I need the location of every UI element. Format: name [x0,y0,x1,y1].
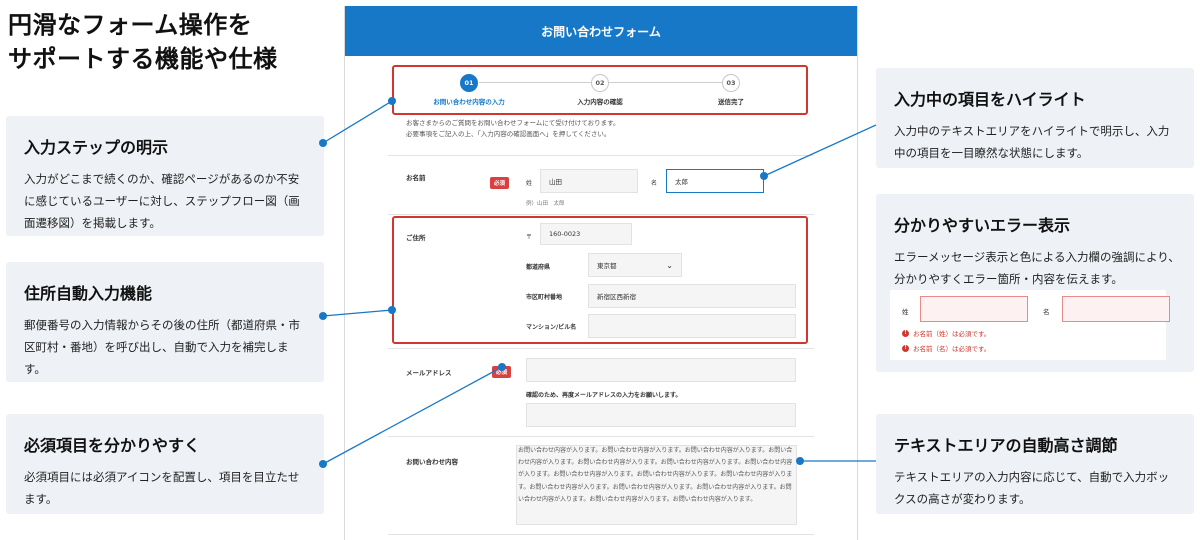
card-description: エラーメッセージ表示と色による入力欄の強調により、分かりやすくエラー箇所・内容を… [894,250,1180,286]
callout-dot [796,457,804,465]
intro-line: 必要事項をご記入の上、「入力内容の確認画面へ」を押してください。 [406,130,611,138]
intro-line: お客さまからのご質問をお問い合わせフォームにて受け付けております。 [406,119,620,127]
error-message-text: お名前（名）は必須です。 [913,345,991,353]
error-mei-label: 名 [1043,308,1050,316]
name-example: 例）山田 太郎 [526,201,565,207]
card-input-steps: 入力ステップの明示 入力がどこまで続くのか、確認ページがあるのか不安に感じている… [6,116,324,236]
steps-highlight-box [392,65,808,115]
callout-dot [760,172,768,180]
card-description: 必須項目には必須アイコンを配置し、項目を目立たせます。 [24,470,300,506]
card-title: 分かりやすいエラー表示 [894,216,1071,235]
error-sei-label: 姓 [902,308,909,316]
error-icon: ! [902,329,909,337]
inquiry-label: お問い合わせ内容 [406,458,458,466]
error-message-mei: ! お名前（名）は必須です。 [902,343,990,353]
address-highlight-box [392,216,808,344]
sei-label: 姓 [526,180,533,187]
card-description: テキストエリアの入力内容に応じて、自動で入力ボックスの高さが変わります。 [894,470,1170,506]
callout-dot [319,312,327,320]
callout-dot [388,97,396,105]
card-description: 入力中のテキストエリアをハイライトで明示し、入力中の項目を一目瞭然な状態にします… [894,124,1170,160]
callout-dot [498,363,506,371]
card-address-autofill: 住所自動入力機能 郵便番号の入力情報からその後の住所（都道府県・市区町村・番地）… [6,262,324,382]
divider [388,214,814,215]
card-required-fields: 必須項目を分かりやすく 必須項目には必須アイコンを配置し、項目を目立たせます。 [6,414,324,514]
email-label: メールアドレス [406,369,452,377]
headline-line1: 円滑なフォーム操作を [8,11,253,39]
email-confirm-input[interactable] [526,403,796,427]
email-input[interactable] [526,358,796,382]
mei-label: 名 [651,180,658,187]
error-sei-input[interactable] [920,296,1028,322]
divider [388,348,814,349]
name-label: お名前 [406,174,426,182]
mei-value: 太郎 [675,178,688,186]
error-sample-panel: 姓 名 ! お名前（姓）は必須です。 ! お名前（名）は必須です。 [890,290,1170,360]
error-mei-input[interactable] [1062,296,1170,322]
divider [388,436,814,437]
card-description: 郵便番号の入力情報からその後の住所（都道府県・市区町村・番地）を呼び出し、自動で… [24,318,300,376]
error-message-sei: ! お名前（姓）は必須です。 [902,328,990,338]
required-badge: 必須 [490,177,510,189]
card-title: 住所自動入力機能 [24,284,153,303]
card-title: 入力ステップの明示 [24,138,169,157]
card-description: 入力がどこまで続くのか、確認ページがあるのか不安に感じているユーザーに対し、ステ… [24,172,300,230]
headline-line2: サポートする機能や仕様 [8,45,278,73]
divider [388,534,814,535]
email-confirm-note: 確認のため、再度メールアドレスの入力をお願いします。 [526,392,682,399]
callout-dot [319,139,327,147]
error-icon: ! [902,344,909,352]
mei-input[interactable]: 太郎 [666,169,764,193]
form-intro: お客さまからのご質問をお問い合わせフォームにて受け付けております。 必要事項をご… [406,118,619,140]
divider [388,155,814,156]
error-message-text: お名前（姓）は必須です。 [913,330,991,338]
card-title: 必須項目を分かりやすく [24,436,201,455]
page-headline: 円滑なフォーム操作を サポートする機能や仕様 [8,8,278,76]
inquiry-text: お問い合わせ内容が入ります。お問い合わせ内容が入ります。お問い合わせ内容が入りま… [518,447,793,503]
card-title: テキストエリアの自動高さ調節 [894,436,1118,455]
callout-dot [319,460,327,468]
card-title: 入力中の項目をハイライト [894,90,1086,109]
sei-value: 山田 [549,178,562,186]
sei-input[interactable]: 山田 [540,169,638,193]
card-textarea-autoheight: テキストエリアの自動高さ調節 テキストエリアの入力内容に応じて、自動で入力ボック… [876,414,1194,514]
callout-dot [388,306,396,314]
card-highlight-active: 入力中の項目をハイライト 入力中のテキストエリアをハイライトで明示し、入力中の項… [876,68,1194,168]
